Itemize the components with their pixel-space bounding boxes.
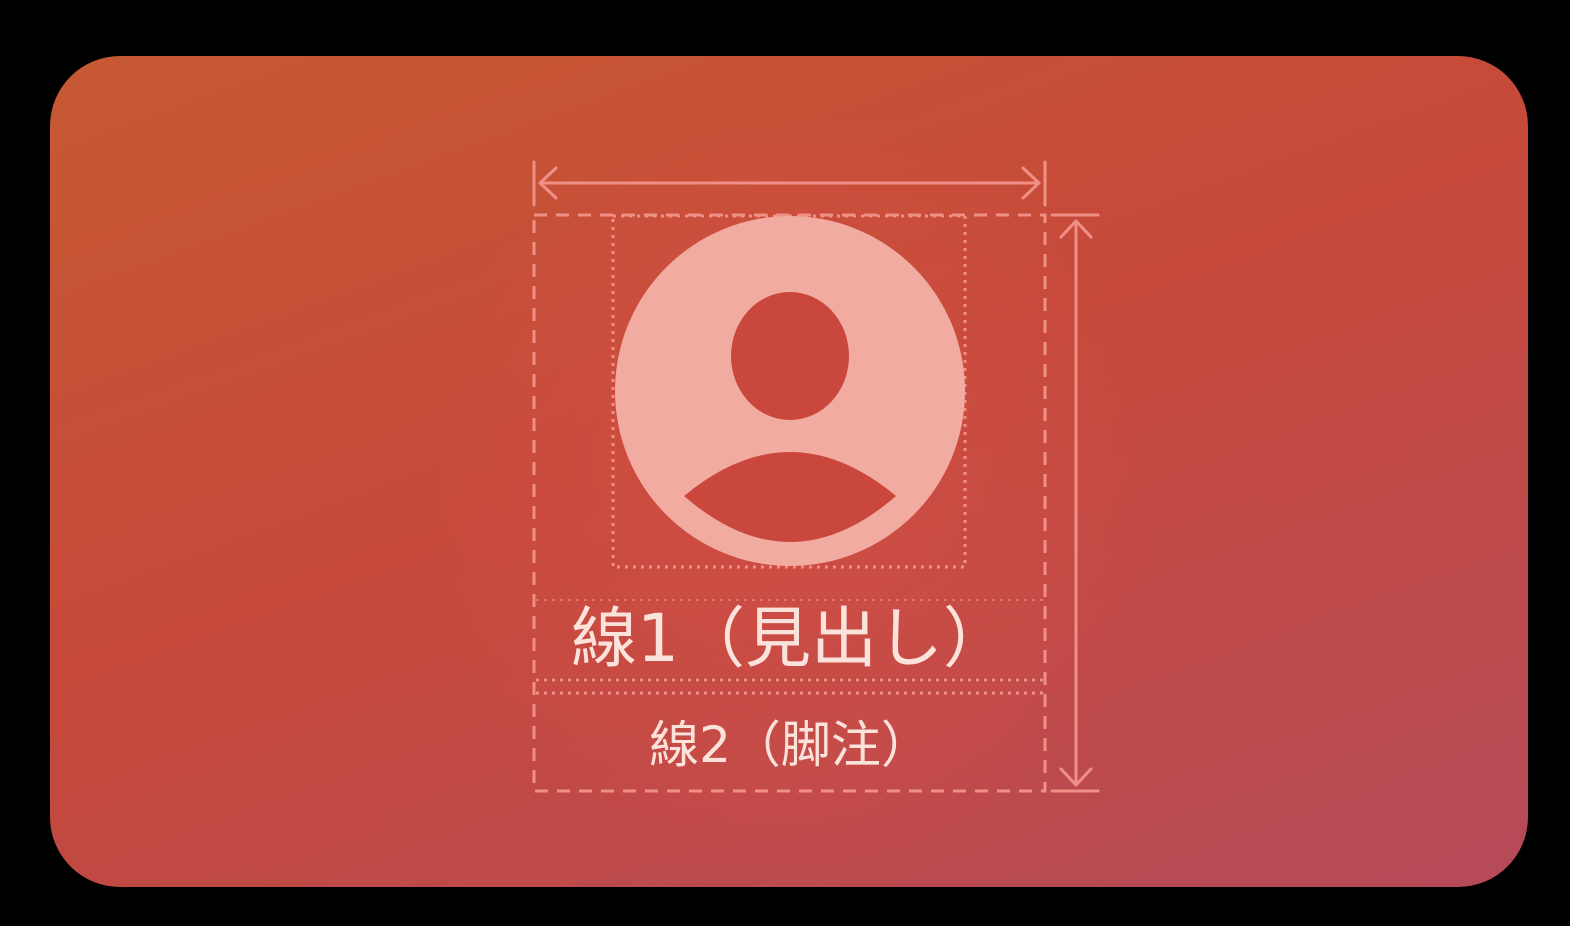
avatar-head bbox=[731, 292, 849, 420]
person-circle-icon bbox=[615, 216, 965, 566]
line1-heading-label: 線1（見出し） bbox=[571, 600, 1009, 677]
height-arrow bbox=[1050, 213, 1100, 793]
width-arrow bbox=[532, 160, 1047, 207]
line2-footnote-label: 線2（脚注） bbox=[649, 716, 931, 774]
